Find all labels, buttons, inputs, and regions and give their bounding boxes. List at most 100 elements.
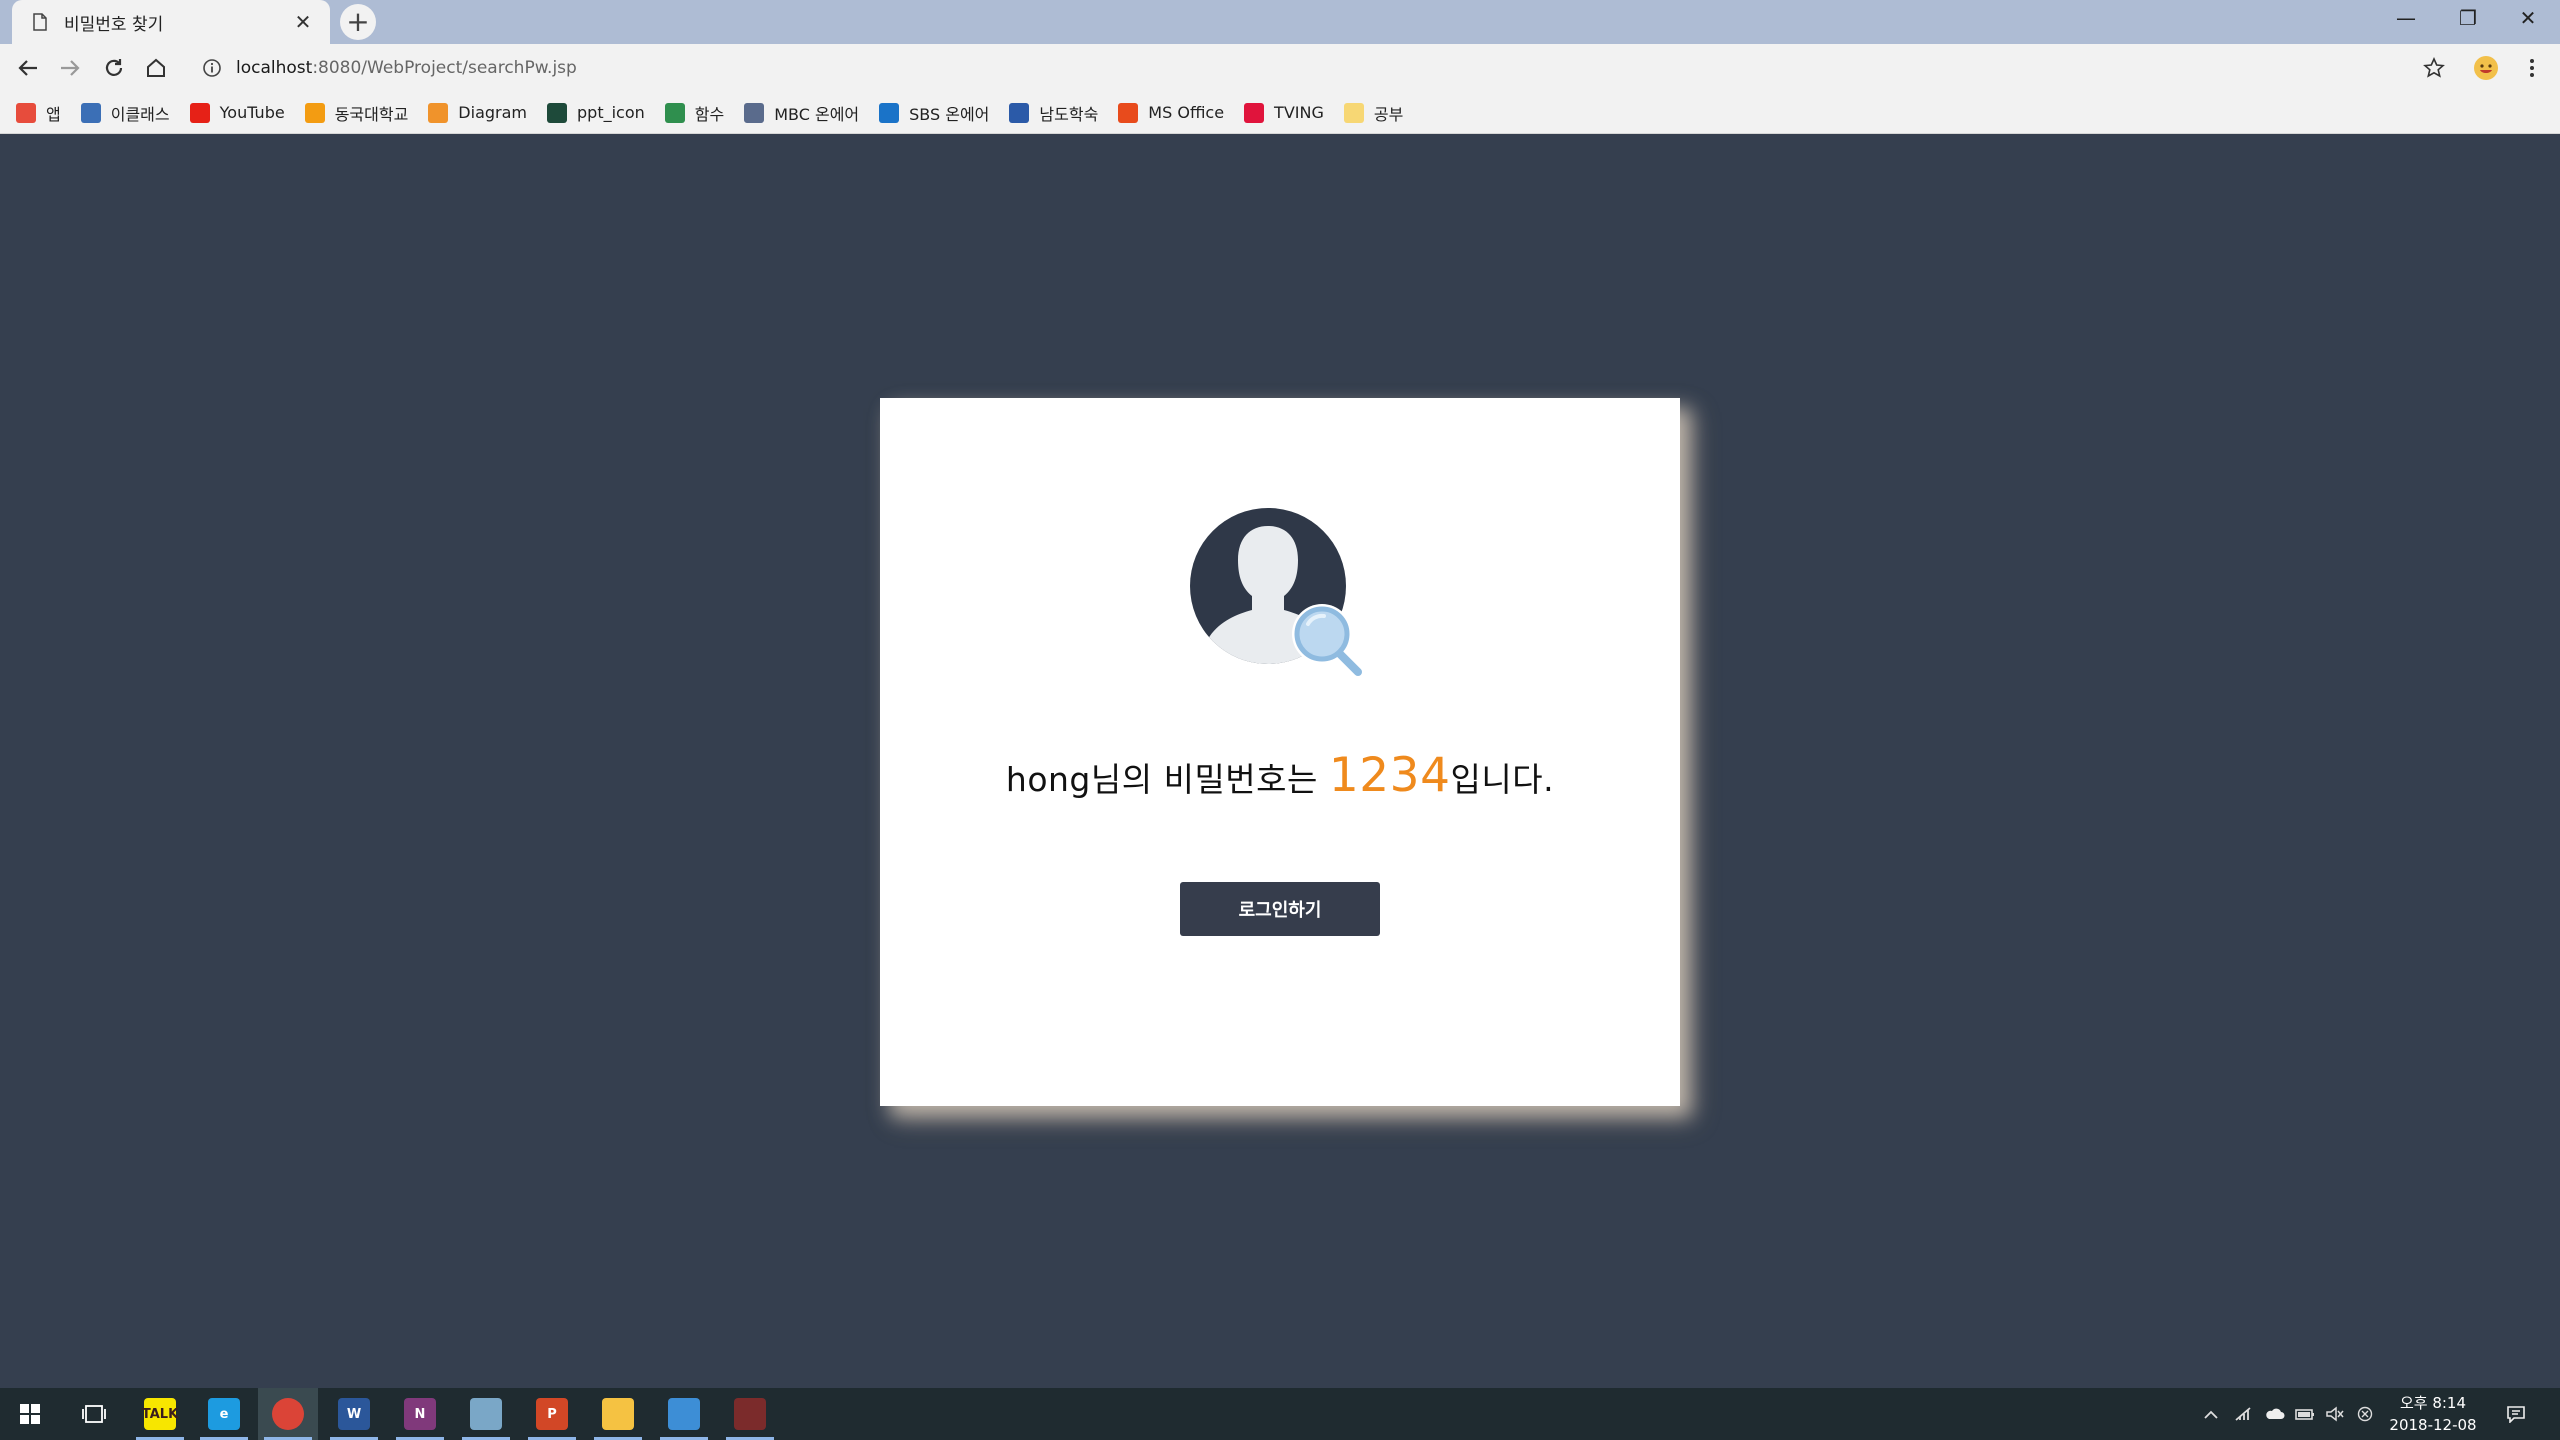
- mbc-icon: [744, 102, 765, 123]
- reload-icon: [105, 59, 123, 76]
- bookmark-item[interactable]: 함수: [664, 97, 725, 129]
- bookmark-label: YouTube: [219, 103, 285, 122]
- taskbar-app-notes[interactable]: [456, 1388, 516, 1440]
- bookmark-item[interactable]: 동국대학교: [304, 97, 409, 129]
- star-icon: [2423, 57, 2445, 78]
- bookmark-label: ppt_icon: [577, 103, 645, 122]
- message-suffix: 입니다.: [1450, 760, 1555, 799]
- taskbar-app-file-explorer[interactable]: [588, 1388, 648, 1440]
- battery-icon[interactable]: [2290, 1388, 2320, 1440]
- bookmark-label: TVING: [1274, 103, 1324, 122]
- back-arrow-icon: [18, 60, 37, 76]
- bookmark-item[interactable]: YouTube: [189, 97, 285, 129]
- forward-button[interactable]: [52, 50, 88, 86]
- reload-button[interactable]: [96, 50, 132, 86]
- tab-close-icon[interactable]: ✕: [290, 9, 316, 35]
- taskbar-app-chrome[interactable]: [258, 1388, 318, 1440]
- login-button[interactable]: 로그인하기: [1180, 882, 1380, 936]
- word-icon: W: [338, 1398, 370, 1430]
- start-button[interactable]: [0, 1388, 60, 1440]
- taskbar-app-onenote[interactable]: N: [390, 1388, 450, 1440]
- network-icon[interactable]: [2228, 1388, 2258, 1440]
- tving-icon: [1244, 102, 1265, 123]
- home-button[interactable]: [138, 50, 174, 86]
- minimize-button[interactable]: —: [2378, 0, 2434, 36]
- clock-time: 오후 8:14: [2399, 1394, 2467, 1412]
- new-tab-button[interactable]: +: [340, 4, 376, 40]
- url-path: :8080/WebProject/searchPw.jsp: [312, 58, 577, 78]
- notification-center-icon[interactable]: [2494, 1388, 2538, 1440]
- browser-tab-active[interactable]: 비밀번호 찾기 ✕: [12, 0, 330, 44]
- ppt-icon-bookmark: [547, 102, 567, 123]
- office-icon: [1118, 102, 1139, 123]
- password-message: hong님의 비밀번호는 1234입니다.: [880, 748, 1680, 803]
- taskbar-app-editor[interactable]: [654, 1388, 714, 1440]
- bookmark-item[interactable]: TVING: [1244, 97, 1324, 129]
- bookmark-label: MS Office: [1148, 103, 1225, 122]
- profile-avatar-button[interactable]: [2468, 50, 2504, 86]
- task-view-icon: [82, 1405, 106, 1423]
- taskbar-app-internet-explorer[interactable]: e: [194, 1388, 254, 1440]
- internet-explorer-icon: e: [208, 1398, 240, 1430]
- close-window-button[interactable]: ✕: [2500, 0, 2556, 36]
- ime-status-icon[interactable]: [2350, 1388, 2380, 1440]
- bookmark-label: 함수: [694, 104, 725, 124]
- url-text: localhost:8080/WebProject/searchPw.jsp: [236, 58, 577, 78]
- bookmark-item[interactable]: Diagram: [428, 97, 527, 129]
- info-icon[interactable]: [200, 56, 224, 80]
- youtube-icon: [189, 102, 210, 123]
- function-icon: [664, 102, 685, 123]
- back-button[interactable]: [10, 50, 46, 86]
- notes-icon: [470, 1398, 502, 1430]
- bookmark-item[interactable]: 앱: [16, 97, 61, 129]
- forward-arrow-icon: [61, 60, 80, 76]
- bookmark-item[interactable]: 이클래스: [80, 97, 170, 129]
- taskbar-app-kakaotalk[interactable]: TALK: [130, 1388, 190, 1440]
- address-bar[interactable]: localhost:8080/WebProject/searchPw.jsp: [186, 48, 2446, 88]
- bookmark-item[interactable]: MBC 온에어: [744, 97, 859, 129]
- tab-strip: 비밀번호 찾기 ✕ + — ❐ ✕: [0, 0, 2560, 44]
- bookmark-item[interactable]: MS Office: [1118, 97, 1224, 129]
- bookmark-item[interactable]: 남도학숙: [1009, 97, 1098, 129]
- tab-title: 비밀번호 찾기: [64, 14, 164, 35]
- password-value: 1234: [1328, 748, 1451, 803]
- bookmark-label: 남도학숙: [1039, 104, 1099, 124]
- bookmark-label: Diagram: [458, 103, 527, 122]
- bookmark-label: 이클래스: [110, 104, 170, 124]
- eclass-icon: [80, 102, 101, 123]
- taskbar-clock[interactable]: 오후 8:14 2018-12-08: [2378, 1392, 2488, 1436]
- bookmark-item[interactable]: 공부: [1343, 97, 1404, 129]
- browser-toolbar: localhost:8080/WebProject/searchPw.jsp: [0, 44, 2560, 92]
- bookmark-label: MBC 온에어: [774, 104, 860, 124]
- kakaotalk-icon: TALK: [142, 1398, 178, 1430]
- dongguk-icon: [304, 102, 325, 123]
- restore-button[interactable]: ❐: [2440, 0, 2496, 36]
- bookmark-item[interactable]: SBS 온에어: [879, 97, 989, 129]
- page-viewport: hong님의 비밀번호는 1234입니다. 로그인하기: [0, 134, 2560, 1388]
- volume-muted-icon[interactable]: [2320, 1388, 2350, 1440]
- taskbar-app-word[interactable]: W: [324, 1388, 384, 1440]
- bookmark-label: 동국대학교: [334, 104, 409, 124]
- game-icon: [734, 1398, 766, 1430]
- apps-grid-icon: [16, 102, 36, 123]
- taskbar-app-game[interactable]: [720, 1388, 780, 1440]
- kebab-menu-icon: [2530, 59, 2534, 77]
- clock-date: 2018-12-08: [2389, 1416, 2477, 1434]
- namdo-icon: [1009, 102, 1030, 123]
- menu-button[interactable]: [2514, 50, 2550, 86]
- message-prefix: 님의 비밀번호는: [1090, 760, 1329, 799]
- task-view-button[interactable]: [64, 1388, 124, 1440]
- onedrive-icon[interactable]: [2260, 1388, 2290, 1440]
- profile-emoji-icon: [2474, 56, 2498, 80]
- sbs-icon: [879, 102, 900, 123]
- taskbar-app-powerpoint[interactable]: P: [522, 1388, 582, 1440]
- windows-taskbar: TALK e W N P 오후 8:14 2018-12-08: [0, 1388, 2560, 1440]
- bookmark-item[interactable]: ppt_icon: [547, 97, 645, 129]
- username: hong: [1005, 760, 1091, 799]
- bookmark-label: 공부: [1373, 104, 1404, 124]
- bookmark-star-button[interactable]: [2416, 50, 2452, 86]
- bookmark-label: SBS 온에어: [909, 104, 990, 124]
- tray-expand-icon[interactable]: [2196, 1388, 2226, 1440]
- file-explorer-icon: [602, 1398, 634, 1430]
- page-icon: [30, 10, 50, 34]
